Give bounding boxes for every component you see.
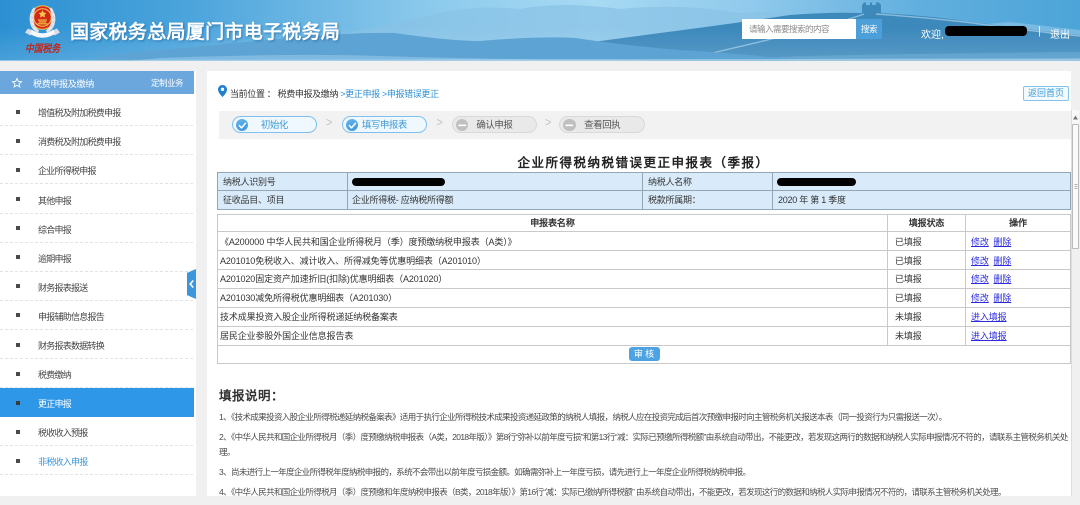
svg-text:中国税务: 中国税务 [25,42,61,55]
